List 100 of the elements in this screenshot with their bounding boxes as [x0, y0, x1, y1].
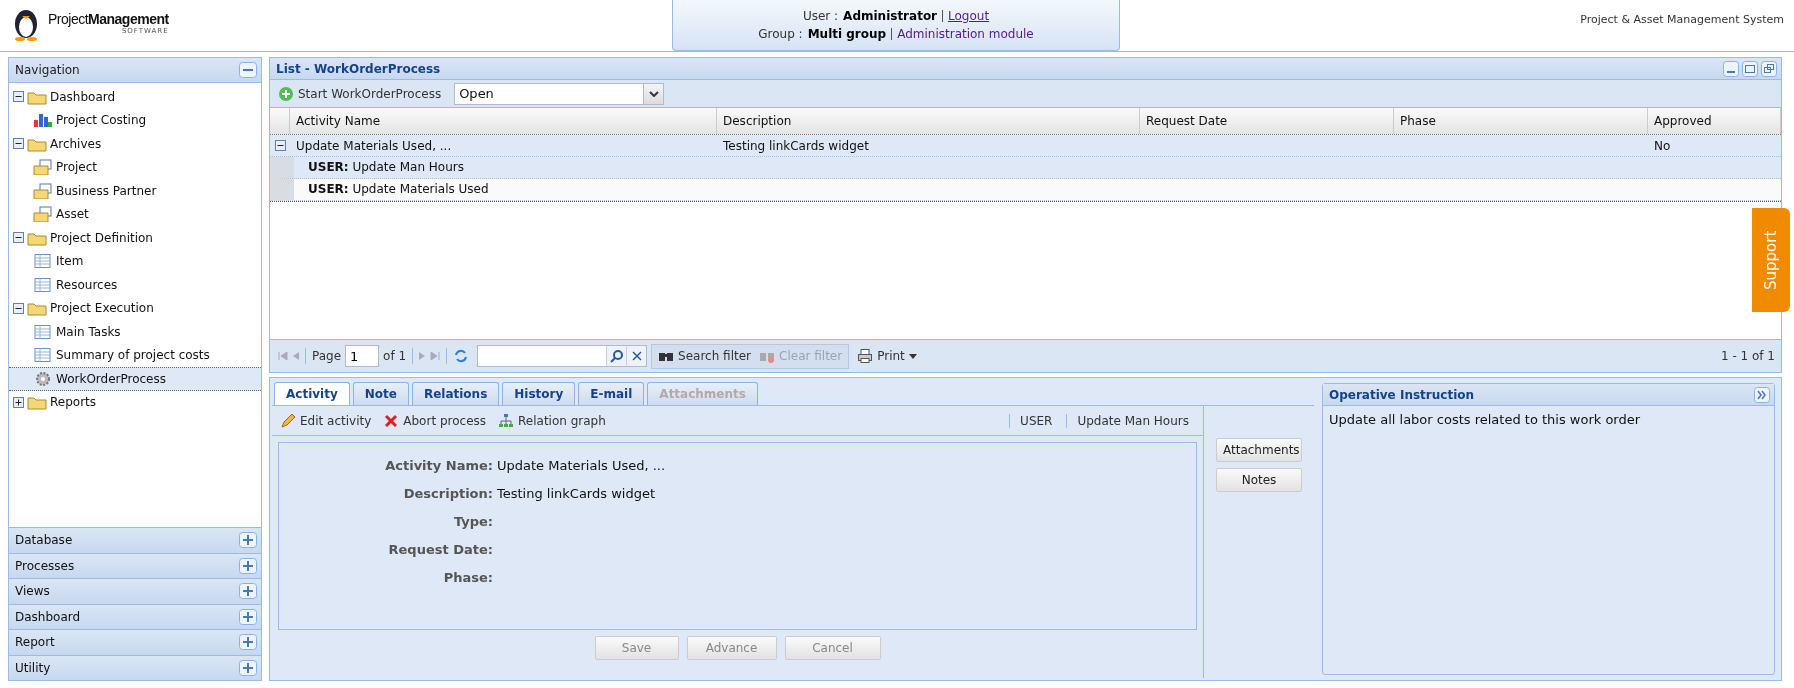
- logout-link[interactable]: Logout: [948, 9, 990, 23]
- info-text: USER: [1009, 413, 1063, 428]
- hierarchy-icon: [498, 412, 515, 429]
- section-title: Utility: [15, 660, 51, 675]
- table-icon: [33, 253, 53, 270]
- table-icon: [33, 323, 53, 340]
- field-value: Testing linkCards widget: [497, 485, 656, 501]
- field-label: Request Date:: [387, 541, 493, 557]
- accordion-header[interactable]: Views: [9, 578, 261, 604]
- tab[interactable]: Relations: [411, 382, 500, 405]
- side-button[interactable]: Attachments: [1216, 438, 1302, 462]
- column-header[interactable]: Phase: [1394, 108, 1648, 134]
- info-text: Update Man Hours: [1066, 413, 1199, 428]
- tab[interactable]: E-mail: [578, 382, 645, 405]
- field-label: Phase:: [442, 569, 493, 585]
- collapse-icon[interactable]: [274, 140, 286, 151]
- gear-icon: [33, 370, 53, 387]
- dropdown-caret-icon[interactable]: [643, 83, 664, 104]
- accordion-header[interactable]: Dashboard: [9, 603, 261, 629]
- folder-document-icon: [33, 206, 53, 223]
- search-icon[interactable]: [606, 346, 627, 366]
- add-icon: [278, 85, 294, 102]
- sub-row[interactable]: USER: Update Man Hours: [270, 157, 1781, 179]
- record-count: 1 - 1 of 1: [1720, 349, 1775, 363]
- sub-row[interactable]: USER: Update Materials Used: [270, 179, 1781, 201]
- accordion-header[interactable]: Report: [9, 629, 261, 655]
- action-button[interactable]: Edit activity: [276, 410, 376, 431]
- action-button[interactable]: Abort process: [379, 410, 491, 431]
- table-icon: [33, 347, 53, 364]
- tree-item[interactable]: Dashboard: [9, 85, 261, 109]
- collapse-icon[interactable]: [13, 232, 24, 244]
- pencil-icon: [280, 412, 296, 429]
- tab[interactable]: Activity: [274, 382, 350, 405]
- collapse-icon[interactable]: [13, 91, 24, 103]
- column-header[interactable]: Activity Name: [290, 108, 717, 134]
- print-button[interactable]: Print: [853, 346, 921, 366]
- page-input[interactable]: 1: [345, 345, 380, 367]
- panel-title: Navigation: [15, 63, 80, 77]
- tree-item[interactable]: Summary of project costs: [9, 343, 261, 367]
- tab[interactable]: History: [502, 382, 576, 405]
- section-title: Dashboard: [15, 609, 81, 624]
- collapse-icon[interactable]: [13, 302, 24, 314]
- table-icon: [33, 276, 53, 293]
- action-button[interactable]: Relation graph: [494, 410, 610, 431]
- table-row[interactable]: Update Materials Used, ... Testing linkCards widget No: [270, 135, 1781, 157]
- table-cell-text: No: [1653, 137, 1672, 155]
- tree-item[interactable]: Reports: [9, 390, 261, 414]
- column-header[interactable]: Request Date: [1140, 108, 1394, 134]
- tree-item[interactable]: Project: [9, 155, 261, 179]
- section-title: Database: [15, 533, 73, 548]
- user-name: Administrator: [843, 9, 938, 23]
- tab[interactable]: Note: [352, 382, 409, 405]
- column-header[interactable]: Description: [717, 108, 1140, 134]
- section-title: Views: [15, 584, 50, 599]
- close-icon: [383, 412, 400, 429]
- last-page-icon: [430, 351, 441, 361]
- accordion-header[interactable]: Processes: [9, 552, 261, 578]
- start-process-button[interactable]: Start WorkOrderProcess: [274, 83, 446, 104]
- tree-item[interactable]: Archives: [9, 132, 261, 156]
- accordion-header[interactable]: Database: [9, 527, 261, 553]
- tree-item[interactable]: Project Costing: [9, 108, 261, 132]
- expand-icon[interactable]: [13, 396, 24, 408]
- status-dropdown[interactable]: Open: [454, 82, 665, 105]
- panel-title: Operative Instruction: [1329, 387, 1475, 402]
- tree-item[interactable]: Project Execution: [9, 296, 261, 320]
- tree-item[interactable]: WorkOrderProcess: [9, 367, 261, 391]
- instruction-text: Update all labor costs related to this work order: [1328, 411, 1642, 429]
- group-name: Multi group: [807, 27, 887, 41]
- folder-document-icon: [33, 159, 53, 176]
- collapse-icon[interactable]: [13, 138, 24, 150]
- search-field[interactable]: [477, 345, 648, 367]
- refresh-icon: [453, 348, 470, 364]
- column-header[interactable]: Approved: [1648, 108, 1781, 134]
- app-name: Project & Asset Management System: [1579, 12, 1784, 26]
- next-page-icon: [419, 351, 427, 361]
- page-count: of 1: [383, 349, 407, 363]
- field-label: Description:: [402, 485, 493, 501]
- folder-icon: [27, 300, 47, 317]
- group-label: Group :: [758, 27, 803, 41]
- field-label: Activity Name:: [384, 457, 493, 473]
- field-label: Type:: [452, 513, 493, 529]
- bar-chart-icon: [33, 112, 53, 129]
- clear-icon[interactable]: [626, 346, 647, 366]
- caret-icon: [908, 353, 917, 359]
- tree-item[interactable]: Business Partner: [9, 179, 261, 203]
- tree-item[interactable]: Project Definition: [9, 226, 261, 250]
- accordion-header[interactable]: Utility: [9, 654, 261, 680]
- side-button[interactable]: Notes: [1216, 468, 1302, 492]
- tree-item[interactable]: Main Tasks: [9, 320, 261, 344]
- tree-item[interactable]: Asset: [9, 202, 261, 226]
- tree-item[interactable]: Item: [9, 249, 261, 273]
- activity-text: USER: Update Man Hours: [307, 159, 464, 176]
- module-link[interactable]: Administration module: [897, 27, 1034, 41]
- tree-item[interactable]: Resources: [9, 273, 261, 297]
- logo-text: ProjectManagement: [48, 11, 169, 27]
- section-title: Processes: [15, 558, 75, 573]
- folder-icon: [27, 394, 47, 411]
- search-filter-button[interactable]: Search filter: [654, 346, 756, 366]
- folder-document-icon: [33, 182, 53, 199]
- first-page-icon: [278, 351, 288, 361]
